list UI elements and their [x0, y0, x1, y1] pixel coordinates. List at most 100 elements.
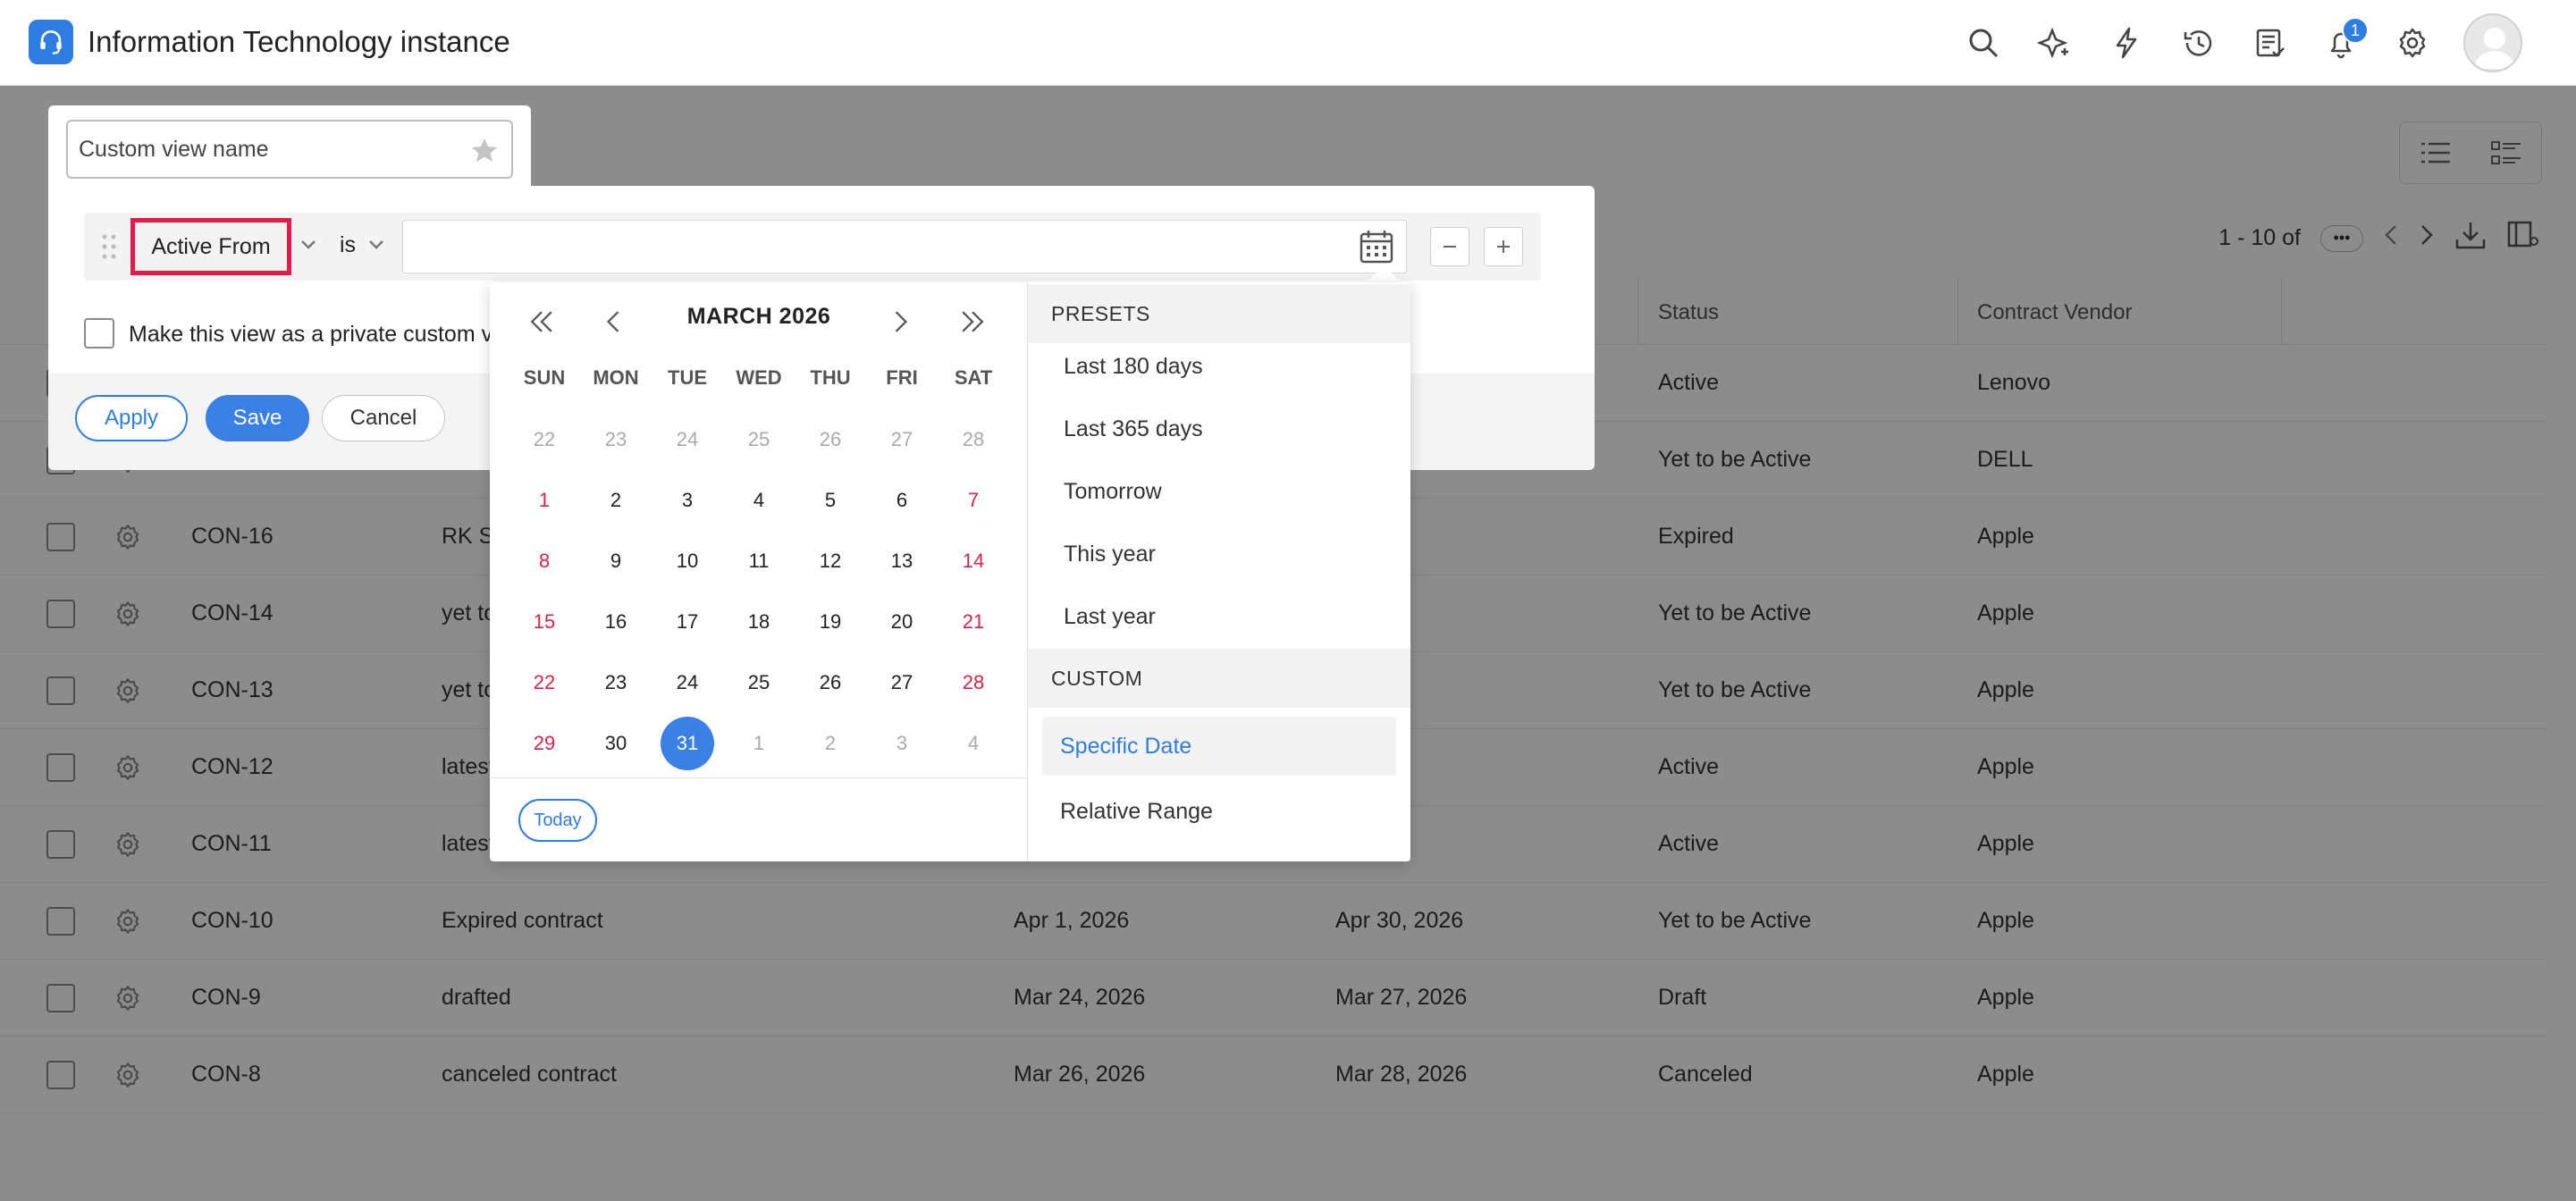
- calendar-day[interactable]: 14: [938, 534, 1009, 588]
- chevron-down-icon[interactable]: [366, 238, 386, 252]
- calendar-day-number: 1: [538, 489, 551, 511]
- cancel-button[interactable]: Cancel: [322, 395, 445, 441]
- calendar-day[interactable]: 8: [509, 534, 580, 588]
- preset-option[interactable]: Last 365 days: [1064, 416, 1203, 442]
- calendar-day[interactable]: 3: [652, 474, 723, 527]
- calendar-day[interactable]: 25: [723, 656, 795, 710]
- calendar-day[interactable]: 30: [580, 717, 652, 770]
- app-title: Information Technology instance: [88, 25, 510, 58]
- calendar-day-number: 1: [753, 732, 765, 754]
- calendar-day[interactable]: 1: [723, 717, 795, 770]
- calendar-day[interactable]: 19: [795, 595, 866, 649]
- calendar-day[interactable]: 12: [795, 534, 866, 588]
- calendar-day[interactable]: 24: [652, 656, 723, 710]
- calendar-day[interactable]: 16: [580, 595, 652, 649]
- bell-icon[interactable]: 1: [2320, 17, 2369, 63]
- preset-option[interactable]: Last 180 days: [1064, 354, 1203, 380]
- calendar-day[interactable]: 5: [795, 474, 866, 527]
- add-criteria-button[interactable]: [1484, 227, 1523, 266]
- calendar-day[interactable]: 22: [509, 656, 580, 710]
- calendar-day[interactable]: 4: [723, 474, 795, 527]
- criteria-field-select[interactable]: Active From: [130, 218, 291, 275]
- custom-heading: CUSTOM: [1028, 649, 1410, 708]
- calendar-day-number: 13: [890, 550, 913, 572]
- calendar-day[interactable]: 9: [580, 534, 652, 588]
- calendar-day[interactable]: 26: [795, 413, 866, 466]
- calendar-day-number: 20: [890, 610, 913, 633]
- calendar-day-number: 9: [610, 550, 622, 572]
- calendar-day[interactable]: 27: [866, 413, 938, 466]
- weekday-label: WED: [736, 366, 782, 389]
- drag-handle-icon[interactable]: [100, 232, 118, 261]
- calendar-day[interactable]: 27: [866, 656, 938, 710]
- today-button[interactable]: Today: [518, 799, 597, 842]
- calendar-day-number: 25: [747, 428, 770, 450]
- save-button[interactable]: Save: [206, 395, 309, 441]
- calendar-day[interactable]: 25: [723, 413, 795, 466]
- preset-option[interactable]: This year: [1064, 542, 1156, 567]
- calendar-day-number: 10: [676, 550, 699, 572]
- calendar-day-number: 24: [676, 428, 699, 450]
- calendar-day[interactable]: 22: [509, 413, 580, 466]
- calendar-day[interactable]: 28: [938, 656, 1009, 710]
- calendar-day-number: 17: [676, 610, 699, 633]
- custom-view-name-placeholder: Custom view name: [79, 136, 269, 162]
- calendar-day[interactable]: 20: [866, 595, 938, 649]
- checklist-icon[interactable]: [2249, 22, 2290, 63]
- calendar-day[interactable]: 1: [509, 474, 580, 527]
- weekday-label: MON: [593, 366, 639, 389]
- calendar-day[interactable]: 18: [723, 595, 795, 649]
- calendar-day[interactable]: 15: [509, 595, 580, 649]
- calendar-day[interactable]: 2: [580, 474, 652, 527]
- sparkle-icon[interactable]: [2034, 22, 2075, 63]
- calendar-day[interactable]: 3: [866, 717, 938, 770]
- calendar-day[interactable]: 29: [509, 717, 580, 770]
- app-logo-icon[interactable]: [29, 20, 73, 64]
- calendar-day[interactable]: 26: [795, 656, 866, 710]
- calendar-day-number: 12: [819, 550, 842, 572]
- calendar-day[interactable]: 23: [580, 413, 652, 466]
- calendar-day[interactable]: 7: [938, 474, 1009, 527]
- calendar-day[interactable]: 28: [938, 413, 1009, 466]
- custom-option-relative-range[interactable]: Relative Range: [1060, 799, 1213, 825]
- lightning-icon[interactable]: [2106, 22, 2147, 63]
- chevron-down-icon[interactable]: [299, 238, 318, 252]
- calendar-day[interactable]: 13: [866, 534, 938, 588]
- calendar-day-number: 5: [824, 489, 837, 511]
- next-month-icon[interactable]: [883, 304, 919, 340]
- calendar-day[interactable]: 4: [938, 717, 1009, 770]
- calendar-day[interactable]: 6: [866, 474, 938, 527]
- calendar-day-number: 26: [819, 428, 842, 450]
- remove-criteria-button[interactable]: [1430, 227, 1469, 266]
- notification-badge: 1: [2342, 17, 2369, 44]
- calendar-day[interactable]: 21: [938, 595, 1009, 649]
- calendar-day[interactable]: 23: [580, 656, 652, 710]
- favorite-star-icon[interactable]: [470, 136, 499, 164]
- calendar-day-number: 27: [890, 671, 913, 693]
- avatar[interactable]: [2463, 13, 2522, 72]
- calendar-day-number: 15: [533, 610, 556, 633]
- apply-button[interactable]: Apply: [75, 395, 188, 441]
- gear-icon[interactable]: [2392, 22, 2433, 63]
- calendar-day-number: 6: [896, 489, 908, 511]
- next-year-icon[interactable]: [955, 304, 990, 340]
- private-view-checkbox[interactable]: [84, 318, 114, 349]
- history-icon[interactable]: [2177, 22, 2218, 63]
- criteria-value-input[interactable]: [402, 220, 1407, 273]
- calendar-day[interactable]: 10: [652, 534, 723, 588]
- weekday-label: THU: [810, 366, 851, 389]
- calendar-day[interactable]: 11: [723, 534, 795, 588]
- preset-option[interactable]: Last year: [1064, 604, 1156, 630]
- calendar-day[interactable]: 24: [652, 413, 723, 466]
- preset-option[interactable]: Tomorrow: [1064, 479, 1162, 505]
- criteria-row: Active From is: [84, 213, 1541, 281]
- custom-option-specific-date[interactable]: Specific Date: [1042, 717, 1396, 776]
- search-icon[interactable]: [1963, 22, 2004, 63]
- calendar-day-selected[interactable]: 31: [652, 717, 723, 770]
- calendar-day[interactable]: 2: [795, 717, 866, 770]
- calendar-icon[interactable]: [1358, 228, 1395, 265]
- calendar-day[interactable]: 17: [652, 595, 723, 649]
- calendar: MARCH 2026 SUN MON TUE WED THU FRI SAT 22 23 24 2…: [490, 282, 1028, 861]
- criteria-operator-select[interactable]: is: [340, 232, 356, 258]
- custom-view-name-input[interactable]: Custom view name: [66, 120, 513, 179]
